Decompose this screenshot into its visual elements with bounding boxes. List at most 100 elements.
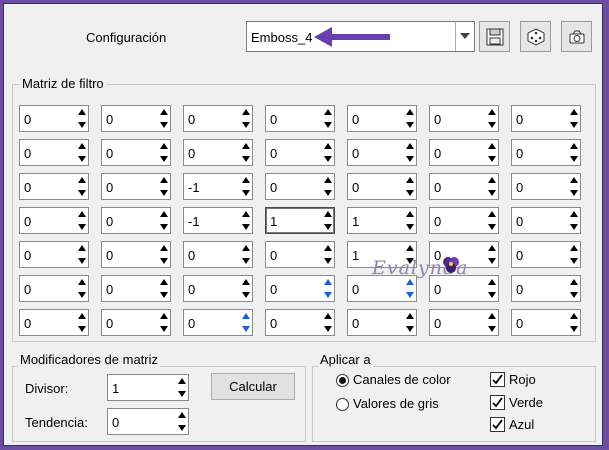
matrix-cell[interactable]: 0 (101, 309, 171, 336)
matrix-cell[interactable]: 0 (101, 173, 171, 200)
matrix-cell[interactable]: 0 (429, 309, 499, 336)
reset-button[interactable] (561, 21, 592, 52)
matrix-cell[interactable]: 0 (19, 275, 89, 302)
spinner-arrows[interactable] (324, 210, 333, 231)
spinner-arrows[interactable] (570, 108, 579, 129)
calculate-button[interactable]: Calcular (211, 373, 295, 400)
spinner-arrows[interactable] (488, 244, 497, 265)
spinner-arrows[interactable] (242, 312, 251, 333)
spinner-arrows[interactable] (78, 210, 87, 231)
matrix-cell[interactable]: 0 (101, 139, 171, 166)
spinner-arrows[interactable] (160, 210, 169, 231)
matrix-cell[interactable]: 0 (511, 139, 581, 166)
spinner-arrows[interactable] (406, 312, 415, 333)
spinner-arrows[interactable] (570, 176, 579, 197)
radio-grayscale[interactable] (336, 398, 349, 411)
spinner-arrows[interactable] (160, 312, 169, 333)
matrix-cell[interactable]: 0 (183, 275, 253, 302)
random-button[interactable] (520, 21, 551, 52)
checkbox-blue[interactable] (490, 417, 505, 432)
matrix-cell[interactable]: 0 (429, 207, 499, 234)
radio-color-channels[interactable] (336, 374, 349, 387)
matrix-cell[interactable]: 1 (265, 207, 335, 234)
spinner-arrows[interactable] (570, 244, 579, 265)
spinner-arrows[interactable] (160, 108, 169, 129)
divisor-input[interactable]: 1 (107, 374, 189, 401)
dropdown-caret[interactable] (455, 22, 474, 51)
matrix-cell[interactable]: 0 (19, 207, 89, 234)
matrix-cell[interactable]: 0 (429, 173, 499, 200)
matrix-cell[interactable]: 0 (429, 275, 499, 302)
matrix-cell[interactable]: 0 (511, 309, 581, 336)
spinner-arrows[interactable] (78, 244, 87, 265)
matrix-cell[interactable]: 0 (183, 105, 253, 132)
matrix-cell[interactable]: 0 (19, 241, 89, 268)
matrix-cell[interactable]: 0 (347, 173, 417, 200)
spinner-arrows[interactable] (324, 312, 333, 333)
matrix-cell[interactable]: 0 (265, 275, 335, 302)
matrix-cell[interactable]: 0 (19, 105, 89, 132)
spinner-arrows[interactable] (178, 377, 187, 398)
matrix-cell[interactable]: 0 (19, 139, 89, 166)
spinner-arrows[interactable] (570, 312, 579, 333)
preset-dropdown[interactable]: Emboss_4 (246, 21, 475, 52)
spinner-arrows[interactable] (488, 142, 497, 163)
matrix-cell[interactable]: 0 (265, 139, 335, 166)
matrix-cell[interactable]: 0 (511, 173, 581, 200)
matrix-cell[interactable]: 0 (183, 241, 253, 268)
spinner-arrows[interactable] (160, 142, 169, 163)
matrix-cell[interactable]: 0 (511, 275, 581, 302)
spinner-arrows[interactable] (178, 411, 187, 432)
spinner-arrows[interactable] (570, 210, 579, 231)
matrix-cell[interactable]: 0 (19, 309, 89, 336)
matrix-cell[interactable]: 0 (347, 139, 417, 166)
spinner-arrows[interactable] (78, 142, 87, 163)
matrix-cell[interactable]: 0 (511, 105, 581, 132)
spinner-arrows[interactable] (242, 244, 251, 265)
spinner-arrows[interactable] (78, 108, 87, 129)
spinner-arrows[interactable] (324, 108, 333, 129)
matrix-cell[interactable]: 0 (429, 139, 499, 166)
spinner-arrows[interactable] (406, 108, 415, 129)
spinner-arrows[interactable] (570, 142, 579, 163)
matrix-cell[interactable]: 0 (265, 309, 335, 336)
matrix-cell[interactable]: 0 (101, 207, 171, 234)
matrix-cell[interactable]: 0 (511, 241, 581, 268)
spinner-arrows[interactable] (242, 176, 251, 197)
spinner-arrows[interactable] (242, 210, 251, 231)
matrix-cell[interactable]: -1 (183, 173, 253, 200)
bias-input[interactable]: 0 (107, 408, 189, 435)
matrix-cell[interactable]: 1 (347, 207, 417, 234)
spinner-arrows[interactable] (488, 108, 497, 129)
matrix-cell[interactable]: 0 (183, 139, 253, 166)
matrix-cell[interactable]: 0 (19, 173, 89, 200)
matrix-cell[interactable]: 0 (347, 309, 417, 336)
spinner-arrows[interactable] (570, 278, 579, 299)
spinner-arrows[interactable] (324, 142, 333, 163)
matrix-cell[interactable]: 0 (101, 275, 171, 302)
spinner-arrows[interactable] (406, 278, 415, 299)
matrix-cell[interactable]: 0 (101, 241, 171, 268)
spinner-arrows[interactable] (488, 176, 497, 197)
matrix-cell[interactable]: -1 (183, 207, 253, 234)
spinner-arrows[interactable] (324, 278, 333, 299)
spinner-arrows[interactable] (78, 278, 87, 299)
matrix-cell[interactable]: 0 (347, 275, 417, 302)
matrix-cell[interactable]: 0 (265, 241, 335, 268)
spinner-arrows[interactable] (160, 278, 169, 299)
spinner-arrows[interactable] (242, 278, 251, 299)
spinner-arrows[interactable] (488, 278, 497, 299)
spinner-arrows[interactable] (488, 210, 497, 231)
spinner-arrows[interactable] (78, 312, 87, 333)
spinner-arrows[interactable] (406, 210, 415, 231)
spinner-arrows[interactable] (488, 312, 497, 333)
matrix-cell[interactable]: 0 (511, 207, 581, 234)
spinner-arrows[interactable] (78, 176, 87, 197)
spinner-arrows[interactable] (324, 176, 333, 197)
spinner-arrows[interactable] (160, 244, 169, 265)
save-preset-button[interactable] (479, 21, 510, 52)
spinner-arrows[interactable] (406, 142, 415, 163)
matrix-cell[interactable]: 0 (429, 105, 499, 132)
spinner-arrows[interactable] (324, 244, 333, 265)
spinner-arrows[interactable] (242, 142, 251, 163)
